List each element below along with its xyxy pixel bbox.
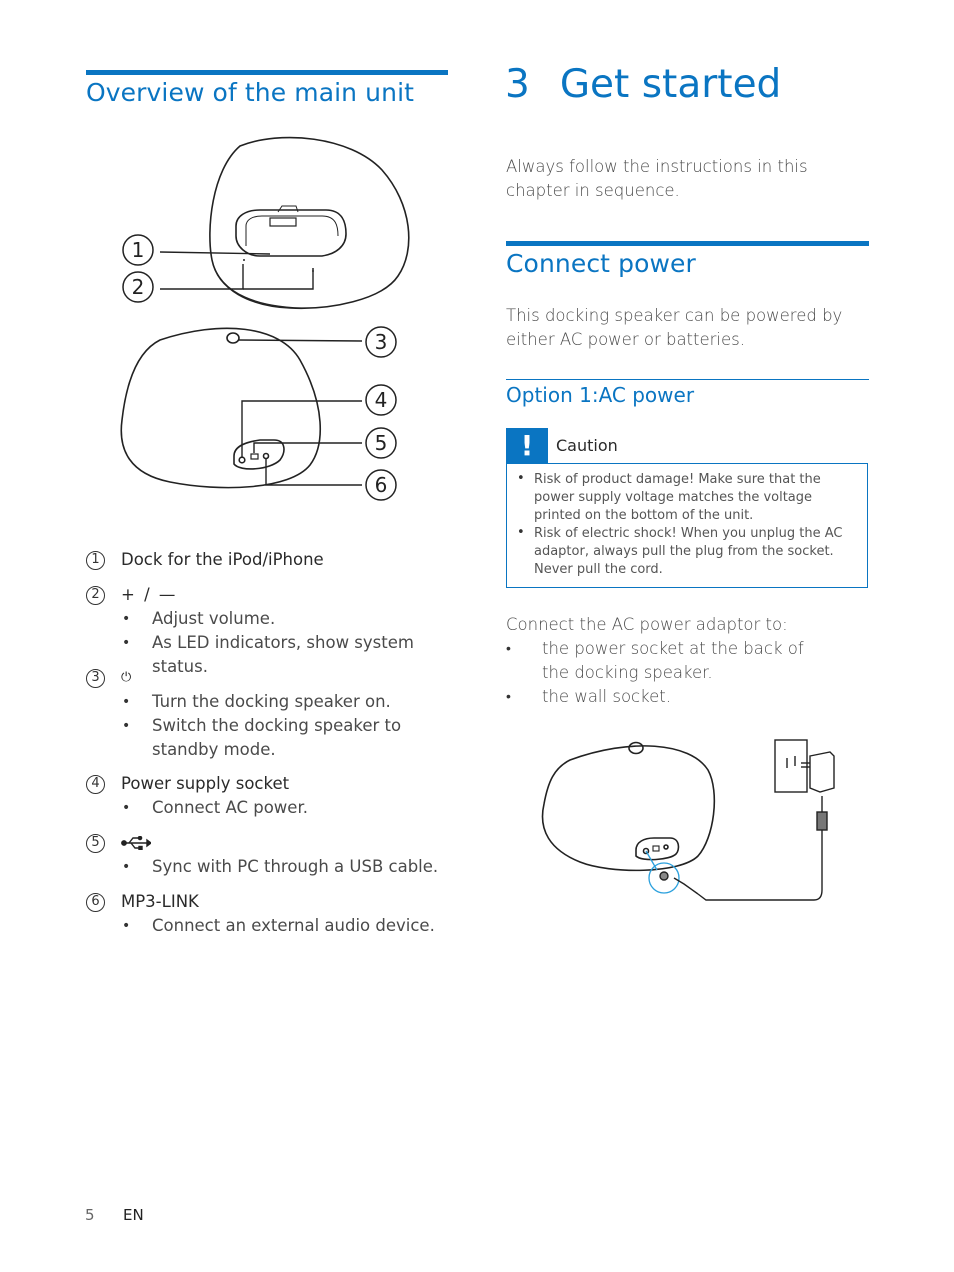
language-label: EN xyxy=(123,1206,144,1224)
overview-item: 5 Sync with PC through a USB cable. xyxy=(86,831,456,879)
overview-item: 2+ / — Adjust volume. As LED indicators,… xyxy=(86,583,456,679)
page-number: 5 xyxy=(85,1206,95,1224)
item-number: 1 xyxy=(86,550,105,570)
chapter-title: Get started xyxy=(559,62,782,107)
item-bullet: Connect an external audio device. xyxy=(122,914,456,938)
speaker-back-view xyxy=(120,327,322,489)
callout-label: 6 xyxy=(375,473,388,497)
overview-item: 4 Power supply socket Connect AC power. xyxy=(86,772,456,820)
power-icon: ⏻ xyxy=(121,670,132,685)
section-text: This docking speaker can be powered by e… xyxy=(506,306,843,349)
overview-item: 3 ⏻ Turn the docking speaker on. Switch t… xyxy=(86,666,456,762)
callout-label: 4 xyxy=(375,388,388,412)
section-rule xyxy=(506,241,869,246)
item-bullet: Turn the docking speaker on. xyxy=(122,690,456,714)
section-title-overview: Overview of the main unit xyxy=(86,78,415,107)
exclamation-icon: ! xyxy=(506,428,548,463)
callout-label: 1 xyxy=(132,238,145,262)
callout-label: 2 xyxy=(132,275,145,299)
connect-bullet: the wall socket. xyxy=(506,685,868,709)
wall-socket xyxy=(774,739,808,793)
item-title: + / — xyxy=(121,585,178,604)
speaker-back xyxy=(541,741,716,872)
chapter-number: 3 xyxy=(505,62,530,107)
overview-item: 1 Dock for the iPod/iPhone xyxy=(86,548,456,572)
subsection-rule xyxy=(506,379,869,380)
item-title: Power supply socket xyxy=(121,774,290,793)
chapter-heading: 3 Get started xyxy=(505,62,781,107)
callout-label: 3 xyxy=(375,330,388,354)
item-title: Dock for the iPod/iPhone xyxy=(121,550,324,569)
speaker-top-view xyxy=(209,136,410,310)
caution-box: Risk of product damage! Make sure that t… xyxy=(506,463,868,588)
caution-bullet: Risk of product damage! Make sure that t… xyxy=(515,470,859,525)
section-rule xyxy=(86,70,448,75)
item-number: 2 xyxy=(86,585,105,605)
item-bullet: Connect AC power. xyxy=(122,796,456,820)
item-number: 5 xyxy=(86,833,105,853)
callout-label: 5 xyxy=(375,431,388,455)
chapter-intro: Always follow the instructions in this c… xyxy=(506,157,808,200)
caution-title: Caution xyxy=(556,436,618,455)
figure-callouts xyxy=(122,234,397,501)
item-number: 4 xyxy=(86,774,105,794)
item-title: MP3-LINK xyxy=(121,892,199,911)
item-bullet: Sync with PC through a USB cable. xyxy=(122,855,456,879)
usb-icon xyxy=(121,836,151,850)
caution-bullet: Risk of electric shock! When you unplug … xyxy=(515,524,859,579)
subsection-title: Option 1:AC power xyxy=(506,383,695,407)
item-bullet: Switch the docking speaker to standby mo… xyxy=(122,714,456,762)
connect-intro: Connect the AC power adaptor to: xyxy=(506,615,788,634)
connect-instructions: Connect the AC power adaptor to: the pow… xyxy=(506,613,868,709)
connect-bullet: the power socket at the back of the dock… xyxy=(506,637,868,685)
ac-connection-diagram xyxy=(541,739,835,901)
main-unit-diagram: 1 2 3 4 5 6 xyxy=(120,136,410,501)
item-bullet: Adjust volume. xyxy=(122,607,456,631)
overview-item: 6 MP3-LINK Connect an external audio devi… xyxy=(86,890,456,938)
section-title-connect-power: Connect power xyxy=(506,249,696,278)
item-number: 6 xyxy=(86,892,105,912)
item-number: 3 xyxy=(86,668,105,688)
